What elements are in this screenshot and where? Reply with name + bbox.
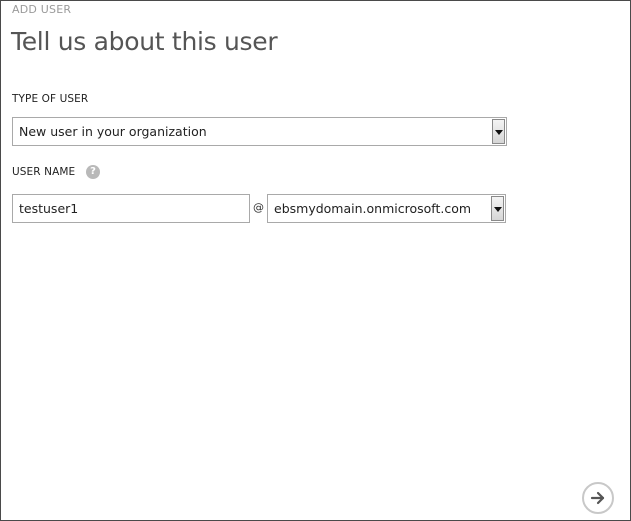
domain-selected-value: ebsmydomain.onmicrosoft.com [274, 201, 472, 216]
section-label: ADD USER [12, 3, 72, 16]
add-user-dialog: ADD USER Tell us about this user TYPE OF… [0, 0, 631, 521]
user-name-input[interactable] [12, 194, 250, 223]
user-name-label: USER NAME [12, 166, 76, 178]
next-button[interactable] [582, 482, 614, 514]
type-of-user-selected-value: New user in your organization [19, 124, 207, 139]
arrow-right-icon [590, 491, 605, 505]
chevron-down-icon[interactable] [492, 119, 505, 144]
domain-select[interactable]: ebsmydomain.onmicrosoft.com [267, 194, 506, 223]
type-of-user-label: TYPE OF USER [12, 93, 89, 105]
chevron-down-icon[interactable] [491, 196, 504, 221]
type-of-user-select[interactable]: New user in your organization [12, 117, 507, 146]
at-symbol: @ [253, 201, 264, 214]
question-mark-icon[interactable]: ? [86, 165, 100, 179]
page-title: Tell us about this user [11, 27, 278, 56]
